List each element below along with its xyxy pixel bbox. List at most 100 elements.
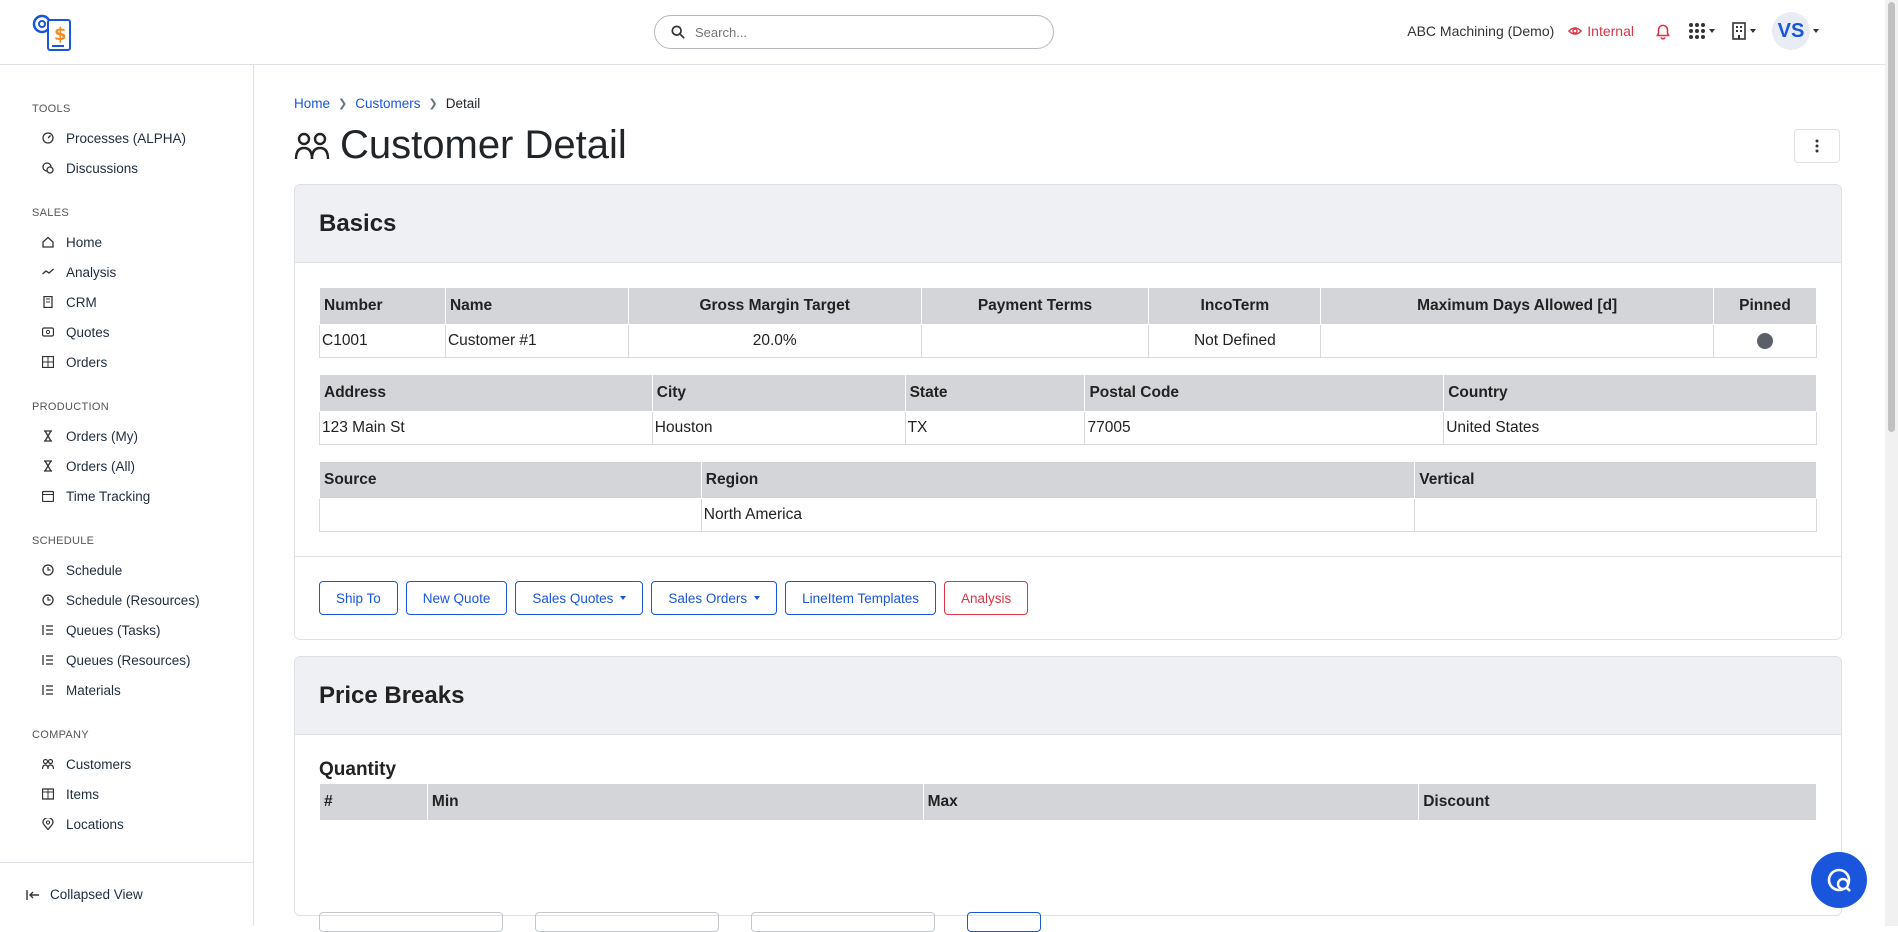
search-box[interactable] [654, 15, 1054, 49]
collapse-sidebar-button[interactable]: Collapsed View [0, 862, 253, 926]
app-logo[interactable]: $ [30, 12, 76, 54]
collapse-arrow-icon [26, 889, 39, 900]
list-icon [42, 625, 53, 635]
dollar-icon [42, 327, 54, 337]
sidebar: TOOLS Processes (ALPHA) Discussions SALES Ho… [0, 65, 254, 926]
chevron-down-icon [1709, 29, 1715, 33]
sidebar-item-label: Analysis [66, 264, 117, 280]
min-input[interactable] [319, 912, 503, 932]
sidebar-item-locations[interactable]: Locations [0, 809, 253, 839]
sidebar-item-label: Discussions [66, 160, 139, 176]
svg-text:$: $ [54, 24, 67, 45]
sidebar-item-analysis[interactable]: Analysis [0, 257, 253, 287]
hourglass-icon [44, 430, 52, 442]
sidebar-item-orders[interactable]: Orders [0, 347, 253, 377]
bell-icon [1656, 24, 1670, 40]
sidebar-item-items[interactable]: Items [0, 779, 253, 809]
top-navbar: $ ABC Machining (Demo) Internal [0, 0, 1885, 65]
sidebar-item-label: Home [66, 234, 103, 250]
gauge-icon [42, 132, 54, 144]
notifications-button[interactable] [1654, 22, 1672, 40]
main-content: Home ❯ Customers ❯ Detail Customer Detai… [294, 65, 1842, 916]
cell-payment-terms [920, 324, 1150, 358]
search-icon [671, 25, 685, 39]
sidebar-item-label: Queues (Resources) [66, 652, 191, 668]
apps-menu-button[interactable] [1688, 22, 1715, 40]
sidebar-item-label: Time Tracking [66, 488, 151, 504]
col-header-number: Number [319, 287, 446, 325]
scrollbar-thumb[interactable] [1888, 2, 1895, 432]
apps-grid-icon [1689, 23, 1705, 39]
cell-region: North America [700, 498, 1416, 532]
discount-input[interactable] [751, 912, 935, 932]
calendar-icon [42, 490, 54, 502]
col-header-payment-terms: Payment Terms [920, 287, 1150, 325]
sidebar-item-processes-alpha[interactable]: Processes (ALPHA) [0, 123, 253, 153]
cell-number: C1001 [319, 324, 446, 358]
chat-icon [42, 162, 54, 174]
max-input[interactable] [535, 912, 719, 932]
company-menu-button[interactable] [1731, 22, 1756, 40]
sidebar-item-label: Queues (Tasks) [66, 622, 161, 638]
visibility-toggle[interactable]: Internal [1568, 23, 1634, 39]
chat-support-button[interactable] [1811, 852, 1867, 908]
sidebar-item-quotes[interactable]: Quotes [0, 317, 253, 347]
sidebar-item-orders-all[interactable]: Orders (All) [0, 451, 253, 481]
page-title: Customer Detail [294, 123, 627, 168]
sidebar-item-schedule[interactable]: Schedule [0, 555, 253, 585]
company-name[interactable]: ABC Machining (Demo) [1407, 23, 1554, 39]
trend-icon [42, 268, 54, 275]
col-header-source: Source [319, 461, 702, 499]
sidebar-item-home[interactable]: Home [0, 227, 253, 257]
clock-icon [42, 594, 54, 606]
collapse-label: Collapsed View [50, 887, 143, 902]
sidebar-item-customers[interactable]: Customers [0, 749, 253, 779]
sidebar-item-orders-my[interactable]: Orders (My) [0, 421, 253, 451]
chevron-right-icon: ❯ [428, 98, 438, 110]
sidebar-item-materials[interactable]: Materials [0, 675, 253, 705]
visibility-label: Internal [1587, 23, 1634, 39]
home-icon [42, 236, 54, 248]
users-icon [42, 758, 54, 770]
breadcrumb-home[interactable]: Home [294, 96, 330, 111]
analysis-button[interactable]: Analysis [944, 581, 1029, 615]
price-breaks-header: Price Breaks [295, 657, 1841, 735]
sidebar-item-queues-resources[interactable]: Queues (Resources) [0, 645, 253, 675]
quantity-subheading: Quantity [319, 759, 397, 780]
ship-to-button[interactable]: Ship To [319, 581, 398, 615]
building-icon [1732, 22, 1746, 40]
cell-name: Customer #1 [444, 324, 629, 358]
more-options-button[interactable] [1794, 128, 1840, 163]
basics-actions: Ship To New Quote Sales Quotes Sales Ord… [295, 556, 1841, 639]
page-scrollbar[interactable] [1885, 0, 1898, 926]
basics-header: Basics [295, 185, 1841, 263]
add-button[interactable] [967, 912, 1041, 932]
lineitem-templates-button[interactable]: LineItem Templates [785, 581, 936, 615]
col-header-address: Address [319, 374, 653, 412]
sidebar-section-tools: TOOLS [32, 103, 71, 115]
sidebar-item-crm[interactable]: CRM [0, 287, 253, 317]
sales-orders-dropdown[interactable]: Sales Orders [651, 581, 778, 615]
chat-icon [1827, 868, 1851, 892]
col-header-pinned: Pinned [1713, 287, 1817, 325]
cell-country: United States [1443, 411, 1817, 445]
col-header-postal-code: Postal Code [1084, 374, 1445, 412]
sidebar-item-schedule-resources[interactable]: Schedule (Resources) [0, 585, 253, 615]
sidebar-item-label: Orders [66, 354, 108, 370]
cell-max-days [1320, 324, 1714, 358]
col-header-discount: Discount [1418, 783, 1817, 821]
sidebar-item-discussions[interactable]: Discussions [0, 153, 253, 183]
user-menu-button[interactable]: VS [1772, 12, 1819, 50]
price-breaks-card: Price Breaks Quantity # Min Max Discount [294, 656, 1842, 916]
sidebar-item-queues-tasks[interactable]: Queues (Tasks) [0, 615, 253, 645]
avatar: VS [1772, 12, 1810, 50]
cell-source [319, 498, 702, 532]
basics-table-3: Source Region Vertical North America [319, 461, 1817, 532]
sidebar-item-label: Processes (ALPHA) [66, 130, 187, 146]
sales-quotes-dropdown[interactable]: Sales Quotes [515, 581, 644, 615]
new-quote-button[interactable]: New Quote [405, 581, 508, 615]
sidebar-item-time-tracking[interactable]: Time Tracking [0, 481, 253, 511]
breadcrumb-customers[interactable]: Customers [355, 96, 420, 111]
pinned-toggle[interactable] [1757, 332, 1773, 349]
search-input[interactable] [695, 24, 1035, 40]
